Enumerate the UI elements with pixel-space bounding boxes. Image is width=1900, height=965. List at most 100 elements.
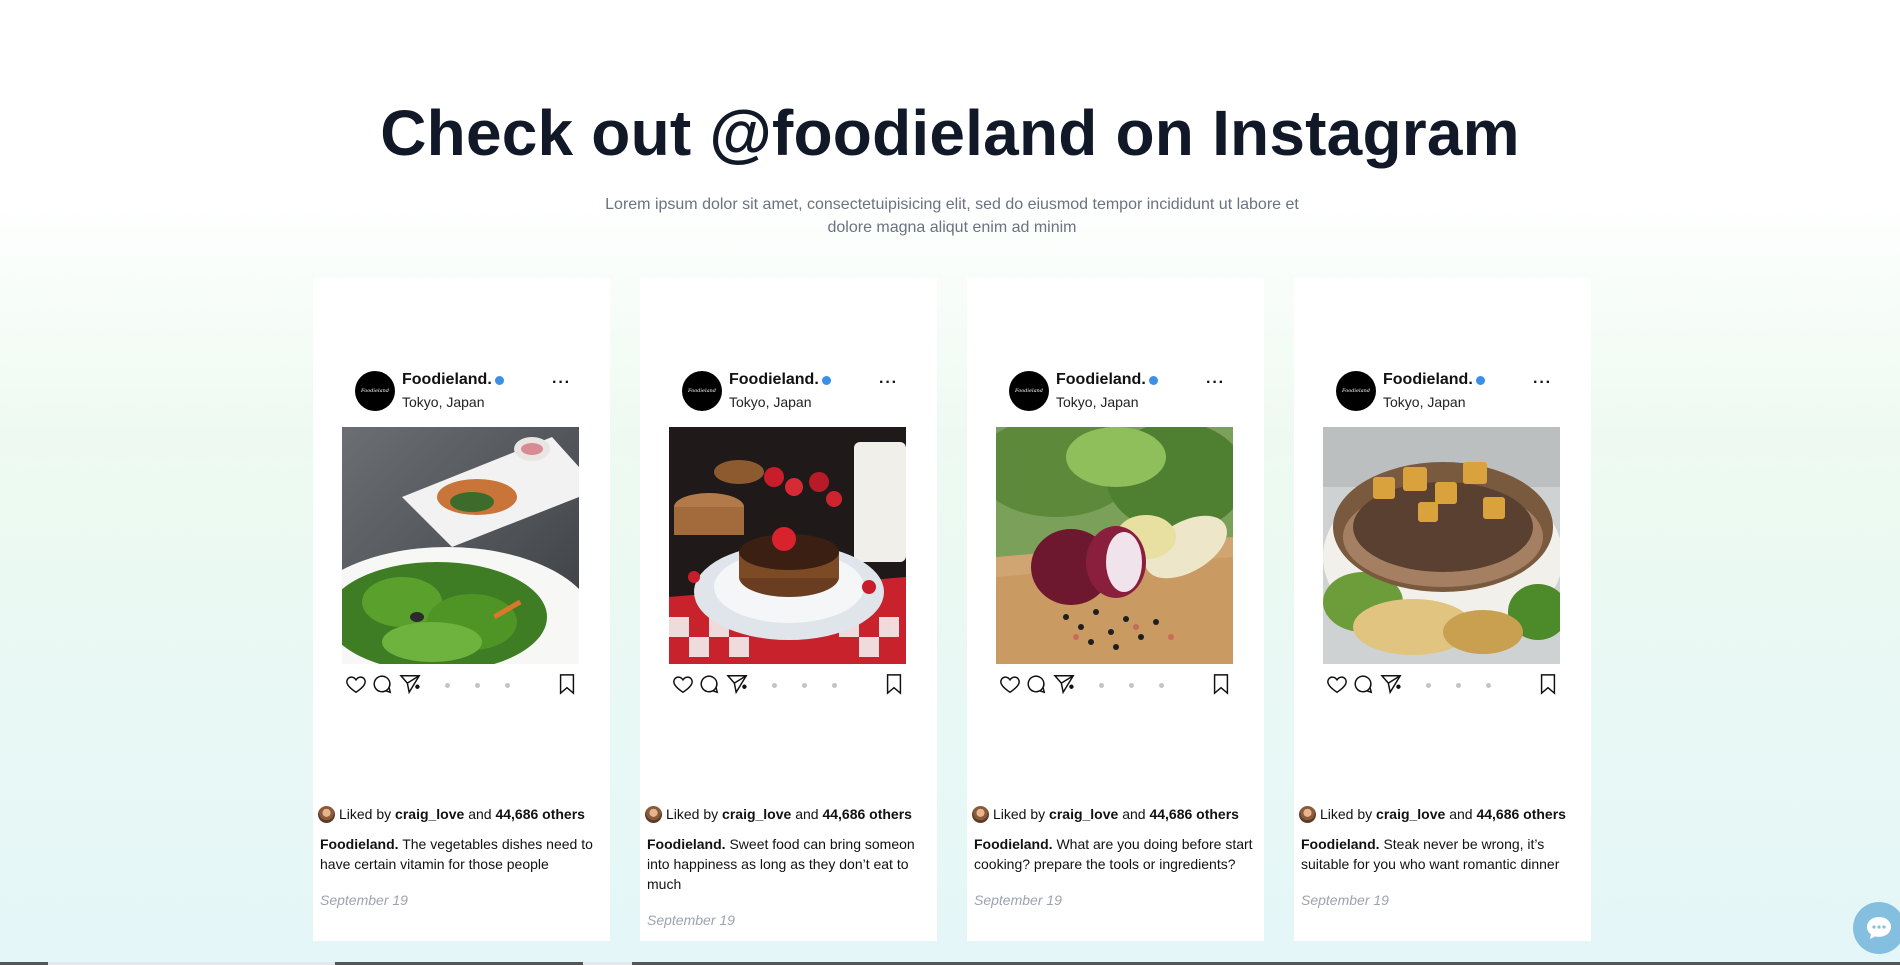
- pancakes-photo: [669, 427, 906, 664]
- likes-and: and: [1122, 806, 1146, 822]
- carousel-dot: [1456, 683, 1461, 688]
- post-photo[interactable]: [342, 427, 579, 664]
- post-photo[interactable]: [996, 427, 1233, 664]
- account-name[interactable]: Foodieland.: [729, 371, 819, 389]
- post-actions: [999, 673, 1229, 697]
- post-header: Foodieland Foodieland. Tokyo, Japan ···: [1336, 371, 1552, 411]
- comment-icon[interactable]: [371, 673, 393, 695]
- liker-username[interactable]: craig_love: [722, 806, 791, 822]
- more-icon[interactable]: ···: [1533, 374, 1552, 392]
- carousel-dot: [832, 683, 837, 688]
- verified-icon: [1149, 376, 1158, 385]
- account-logo[interactable]: Foodieland: [682, 371, 722, 411]
- account-logo[interactable]: Foodieland: [355, 371, 395, 411]
- bookmark-icon[interactable]: [1211, 673, 1231, 695]
- post-location: Tokyo, Japan: [402, 394, 485, 410]
- carousel-dot: [1426, 683, 1431, 688]
- post-likes: Liked by craig_love and 44,686 others: [1299, 806, 1591, 826]
- send-icon[interactable]: [1380, 673, 1404, 695]
- section-subtitle: Lorem ipsum dolor sit amet, consectetuip…: [605, 196, 1299, 236]
- likes-and: and: [468, 806, 492, 822]
- liker-username[interactable]: craig_love: [1049, 806, 1118, 822]
- bookmark-icon[interactable]: [557, 673, 577, 695]
- instagram-post-card[interactable]: Foodieland Foodieland. Tokyo, Japan ···: [640, 278, 937, 941]
- chat-button[interactable]: [1853, 902, 1900, 954]
- chat-bubble-icon: [1867, 917, 1891, 939]
- liker-username[interactable]: craig_love: [1376, 806, 1445, 822]
- salad-photo: [342, 427, 579, 664]
- post-date: September 19: [647, 912, 735, 928]
- account-name[interactable]: Foodieland.: [1383, 371, 1473, 389]
- post-caption: Foodieland. What are you doing before st…: [974, 834, 1258, 874]
- likes-count[interactable]: 44,686 others: [822, 806, 912, 822]
- likes-count[interactable]: 44,686 others: [1149, 806, 1239, 822]
- carousel-dot: [445, 683, 450, 688]
- liker-username[interactable]: craig_love: [395, 806, 464, 822]
- likes-and: and: [1449, 806, 1473, 822]
- account-logo[interactable]: Foodieland: [1009, 371, 1049, 411]
- carousel-dot: [772, 683, 777, 688]
- post-header: Foodieland Foodieland. Tokyo, Japan ···: [355, 371, 571, 411]
- bookmark-icon[interactable]: [884, 673, 904, 695]
- post-likes: Liked by craig_love and 44,686 others: [645, 806, 937, 826]
- carousel-dot: [505, 683, 510, 688]
- carousel-dot: [802, 683, 807, 688]
- post-date: September 19: [974, 892, 1062, 908]
- comment-icon[interactable]: [1352, 673, 1374, 695]
- post-date: September 19: [320, 892, 408, 908]
- post-location: Tokyo, Japan: [729, 394, 812, 410]
- section-heading: Check out @foodieland on Instagram: [380, 97, 1520, 169]
- bookmark-icon[interactable]: [1538, 673, 1558, 695]
- post-likes: Liked by craig_love and 44,686 others: [972, 806, 1264, 826]
- comment-icon[interactable]: [698, 673, 720, 695]
- liker-avatar[interactable]: [972, 806, 989, 823]
- account-name[interactable]: Foodieland.: [402, 371, 492, 389]
- likes-prefix: Liked by: [339, 806, 392, 822]
- instagram-post-card[interactable]: Foodieland Foodieland. Tokyo, Japan ···: [313, 278, 610, 941]
- heart-icon[interactable]: [345, 673, 367, 695]
- heart-icon[interactable]: [672, 673, 694, 695]
- post-actions: [345, 673, 575, 697]
- steak-photo: [1323, 427, 1560, 664]
- caption-author[interactable]: Foodieland.: [647, 836, 726, 852]
- comment-icon[interactable]: [1025, 673, 1047, 695]
- more-icon[interactable]: ···: [879, 374, 898, 392]
- caption-author[interactable]: Foodieland.: [320, 836, 399, 852]
- carousel-dot: [1486, 683, 1491, 688]
- more-icon[interactable]: ···: [552, 374, 571, 392]
- instagram-post-card[interactable]: Foodieland Foodieland. Tokyo, Japan ···: [967, 278, 1264, 941]
- post-likes: Liked by craig_love and 44,686 others: [318, 806, 610, 826]
- send-icon[interactable]: [399, 673, 423, 695]
- likes-count[interactable]: 44,686 others: [495, 806, 585, 822]
- account-logo[interactable]: Foodieland: [1336, 371, 1376, 411]
- post-location: Tokyo, Japan: [1056, 394, 1139, 410]
- post-photo[interactable]: [1323, 427, 1560, 664]
- post-caption: Foodieland. Steak never be wrong, it’s s…: [1301, 834, 1585, 874]
- send-icon[interactable]: [1053, 673, 1077, 695]
- instagram-post-card[interactable]: Foodieland Foodieland. Tokyo, Japan ···: [1294, 278, 1591, 941]
- likes-prefix: Liked by: [666, 806, 719, 822]
- post-header: Foodieland Foodieland. Tokyo, Japan ···: [682, 371, 898, 411]
- carousel-dot: [1159, 683, 1164, 688]
- post-actions: [672, 673, 902, 697]
- carousel-dot: [1129, 683, 1134, 688]
- send-icon[interactable]: [726, 673, 750, 695]
- liker-avatar[interactable]: [318, 806, 335, 823]
- likes-count[interactable]: 44,686 others: [1476, 806, 1566, 822]
- post-photo[interactable]: [669, 427, 906, 664]
- caption-author[interactable]: Foodieland.: [974, 836, 1053, 852]
- heart-icon[interactable]: [999, 673, 1021, 695]
- account-name[interactable]: Foodieland.: [1056, 371, 1146, 389]
- verified-icon: [495, 376, 504, 385]
- liker-avatar[interactable]: [645, 806, 662, 823]
- caption-author[interactable]: Foodieland.: [1301, 836, 1380, 852]
- likes-prefix: Liked by: [1320, 806, 1373, 822]
- more-icon[interactable]: ···: [1206, 374, 1225, 392]
- post-caption: Foodieland. Sweet food can bring someon …: [647, 834, 931, 894]
- liker-avatar[interactable]: [1299, 806, 1316, 823]
- post-location: Tokyo, Japan: [1383, 394, 1466, 410]
- post-header: Foodieland Foodieland. Tokyo, Japan ···: [1009, 371, 1225, 411]
- post-caption: Foodieland. The vegetables dishes need t…: [320, 834, 604, 874]
- carousel-dot: [1099, 683, 1104, 688]
- heart-icon[interactable]: [1326, 673, 1348, 695]
